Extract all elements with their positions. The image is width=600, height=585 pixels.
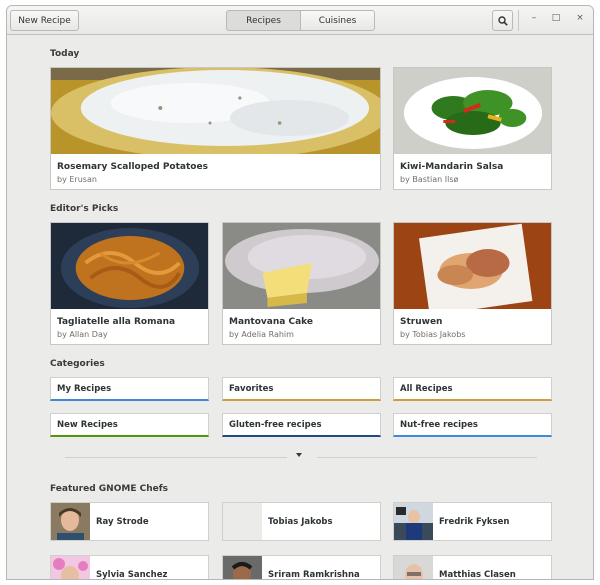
category-favorites[interactable]: Favorites [222,377,381,401]
categories-expander[interactable] [7,451,593,463]
recipe-author: by Allan Day [57,330,108,339]
recipes-window: New Recipe Recipes Cuisines – □ × Today [6,5,594,580]
recipe-author: by Erusan [57,175,97,184]
chef-tile[interactable]: Tobias Jakobs [222,502,381,541]
recipe-title: Mantovana Cake [229,317,314,327]
new-recipe-button[interactable]: New Recipe [10,10,79,31]
chef-avatar [223,503,262,540]
chef-name: Matthias Clasen [439,570,516,580]
section-title-categories: Categories [50,359,105,369]
chef-avatar [394,503,433,540]
recipe-author: by Adelia Rahim [229,330,294,339]
chevron-down-icon[interactable] [296,453,302,457]
view-switcher: Recipes Cuisines [226,10,375,31]
chef-name: Fredrik Fyksen [439,517,510,527]
section-title-featured-chefs: Featured GNOME Chefs [50,484,168,494]
recipe-title: Kiwi-Mandarin Salsa [400,162,504,172]
chef-avatar [223,556,262,579]
category-new-recipes[interactable]: New Recipes [50,413,209,437]
expander-line-left [65,457,287,458]
category-my-recipes[interactable]: My Recipes [50,377,209,401]
category-all-recipes[interactable]: All Recipes [393,377,552,401]
recipe-image-kiwi-mandarin-salsa [394,68,551,154]
tab-recipes[interactable]: Recipes [226,10,300,31]
tab-cuisines[interactable]: Cuisines [300,10,375,31]
chef-tile[interactable]: Matthias Clasen [393,555,552,580]
chef-name: Sylvia Sanchez [96,570,168,580]
chef-name: Sriram Ramkrishna [268,570,360,580]
recipe-title: Struwen [400,317,443,327]
chef-avatar [394,556,433,579]
chef-tile[interactable]: Ray Strode [50,502,209,541]
recipes-page: Today Rosemary Scalloped Potatoes by Eru… [7,36,593,580]
category-gluten-free[interactable]: Gluten-free recipes [222,413,381,437]
recipe-title: Tagliatelle alla Romana [57,317,176,327]
recipe-image-mantovana-cake [223,223,380,309]
header-bar: New Recipe Recipes Cuisines – □ × [7,6,593,35]
maximize-button[interactable]: □ [549,13,563,23]
chef-name: Ray Strode [96,517,149,527]
category-nut-free[interactable]: Nut-free recipes [393,413,552,437]
recipe-card[interactable]: Kiwi-Mandarin Salsa by Bastian Ilsø [393,67,552,190]
recipe-image-struwen [394,223,551,309]
chef-avatar [51,503,90,540]
chef-name: Tobias Jakobs [268,517,333,527]
recipe-image-scalloped-potatoes [51,68,380,154]
chef-tile[interactable]: Sriram Ramkrishna [222,555,381,580]
recipe-image-tagliatelle [51,223,208,309]
minimize-button[interactable]: – [527,13,541,23]
close-button[interactable]: × [573,13,587,23]
recipe-author: by Tobias Jakobs [400,330,466,339]
chef-avatar [51,556,90,579]
search-icon [497,15,508,26]
recipe-title: Rosemary Scalloped Potatoes [57,162,208,172]
recipe-card[interactable]: Tagliatelle alla Romana by Allan Day [50,222,209,345]
header-separator [518,10,519,31]
recipe-card[interactable]: Rosemary Scalloped Potatoes by Erusan [50,67,381,190]
recipe-card[interactable]: Struwen by Tobias Jakobs [393,222,552,345]
section-title-today: Today [50,49,80,59]
recipe-author: by Bastian Ilsø [400,175,459,184]
section-title-editors-picks: Editor's Picks [50,204,119,214]
chef-tile[interactable]: Fredrik Fyksen [393,502,552,541]
chef-tile[interactable]: Sylvia Sanchez [50,555,209,580]
search-button[interactable] [492,10,513,31]
expander-line-right [317,457,537,458]
recipe-card[interactable]: Mantovana Cake by Adelia Rahim [222,222,381,345]
